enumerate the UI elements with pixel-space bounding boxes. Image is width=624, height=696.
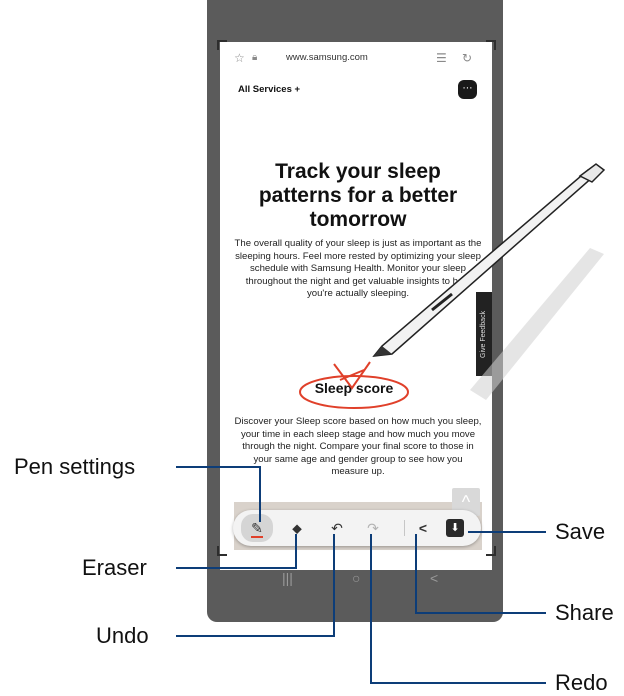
- callout-pen-settings: Pen settings: [14, 454, 136, 479]
- pen-settings-button[interactable]: ✎: [241, 514, 273, 542]
- s-pen: [372, 163, 606, 357]
- eraser-icon: ⬥: [292, 520, 302, 536]
- callout-redo: Redo: [555, 670, 608, 695]
- save-button[interactable]: ⬇: [443, 516, 467, 540]
- redo-icon: ↷: [367, 520, 379, 536]
- back-button[interactable]: <: [430, 570, 438, 586]
- callout-line-pen-settings-v: [259, 466, 261, 522]
- pen-shadow: [470, 248, 604, 400]
- callout-line-eraser-v: [295, 534, 297, 569]
- home-button[interactable]: ○: [352, 570, 360, 586]
- callout-share: Share: [555, 600, 614, 625]
- drawing-toolbar: ✎ ⬥ ↶ ↷ < ⬇: [233, 510, 481, 546]
- pen-icon: ✎: [251, 520, 263, 536]
- pen-color-indicator: [251, 536, 263, 538]
- eraser-button[interactable]: ⬥: [285, 516, 309, 540]
- navigation-bar: ||| ○ <: [222, 568, 490, 592]
- callout-line-undo-v: [333, 534, 335, 637]
- callout-line-redo-h: [371, 682, 546, 684]
- callout-eraser: Eraser: [82, 555, 147, 580]
- share-icon: <: [418, 520, 428, 536]
- callout-undo: Undo: [96, 623, 149, 648]
- callout-line-eraser-h: [176, 567, 296, 569]
- recents-button[interactable]: |||: [282, 570, 293, 586]
- save-icon: ⬇: [446, 519, 464, 537]
- undo-button[interactable]: ↶: [325, 516, 349, 540]
- callout-line-share-v: [415, 534, 417, 614]
- callout-line-undo-h: [176, 635, 334, 637]
- callout-line-share-h: [416, 612, 546, 614]
- callout-line-redo-v: [370, 534, 372, 684]
- callout-save: Save: [555, 519, 606, 544]
- callout-line-save: [468, 531, 546, 533]
- sleep-score-annotation: [299, 361, 409, 409]
- toolbar-divider: [404, 520, 405, 536]
- callout-line-pen-settings-h: [176, 466, 260, 468]
- redo-button[interactable]: ↷: [361, 516, 385, 540]
